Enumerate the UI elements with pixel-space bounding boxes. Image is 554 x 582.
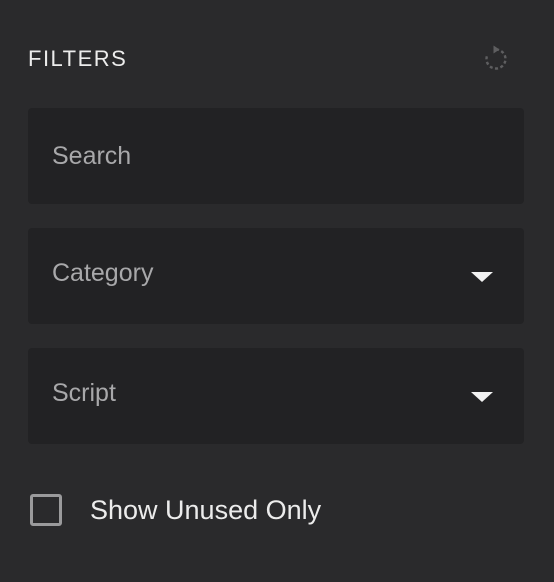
show-unused-only-option[interactable]: Show Unused Only	[30, 490, 321, 530]
chevron-down-icon	[471, 272, 493, 282]
category-dropdown[interactable]: Category	[28, 228, 524, 324]
search-input[interactable]	[28, 108, 524, 204]
reset-icon	[485, 45, 507, 70]
show-unused-only-checkbox[interactable]	[30, 494, 62, 526]
category-label: Category	[52, 259, 154, 287]
show-unused-only-label: Show Unused Only	[90, 494, 322, 525]
filters-panel: FILTERS Category Script Show Unused Only	[0, 0, 554, 582]
panel-title: FILTERS	[28, 46, 128, 71]
script-dropdown[interactable]: Script	[28, 348, 524, 444]
chevron-down-icon	[471, 392, 493, 402]
script-label: Script	[52, 379, 116, 407]
reset-filters-button[interactable]	[479, 42, 513, 76]
filters-header: FILTERS	[28, 40, 526, 80]
search-field[interactable]	[28, 108, 524, 204]
